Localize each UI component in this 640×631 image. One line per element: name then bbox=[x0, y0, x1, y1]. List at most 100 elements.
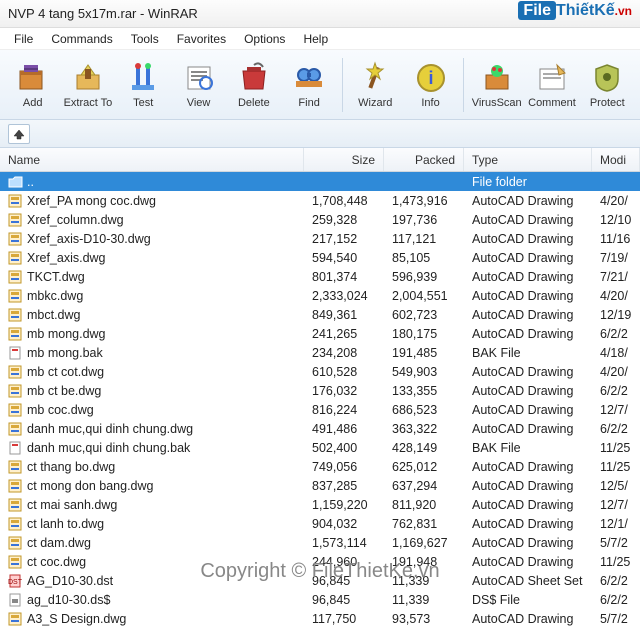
dwg-file-icon bbox=[8, 194, 23, 208]
file-row[interactable]: mb mong.dwg241,265180,175AutoCAD Drawing… bbox=[0, 324, 640, 343]
parent-folder-row[interactable]: ..File folder bbox=[0, 172, 640, 191]
extract-to-button[interactable]: Extract To bbox=[61, 54, 114, 116]
wizard-button[interactable]: Wizard bbox=[349, 54, 402, 116]
delete-icon bbox=[237, 61, 271, 95]
file-modified: 12/5/ bbox=[592, 478, 640, 494]
menubar: FileCommandsToolsFavoritesOptionsHelp bbox=[0, 28, 640, 50]
file-row[interactable]: mbkc.dwg2,333,0242,004,551AutoCAD Drawin… bbox=[0, 286, 640, 305]
file-row[interactable]: mb coc.dwg816,224686,523AutoCAD Drawing1… bbox=[0, 400, 640, 419]
file-row[interactable]: danh muc,qui dinh chung.bak502,400428,14… bbox=[0, 438, 640, 457]
test-button[interactable]: Test bbox=[117, 54, 170, 116]
view-button[interactable]: View bbox=[172, 54, 225, 116]
file-name: Xref_axis.dwg bbox=[27, 251, 106, 265]
column-packed[interactable]: Packed bbox=[384, 148, 464, 171]
info-button[interactable]: iInfo bbox=[404, 54, 457, 116]
up-arrow-icon bbox=[12, 128, 26, 140]
dwg-file-icon bbox=[8, 517, 23, 531]
file-row[interactable]: ct thang bo.dwg749,056625,012AutoCAD Dra… bbox=[0, 457, 640, 476]
file-modified: 11/16 bbox=[592, 231, 640, 247]
menu-favorites[interactable]: Favorites bbox=[169, 30, 234, 48]
file-modified: 7/19/ bbox=[592, 250, 640, 266]
file-size: 837,285 bbox=[304, 478, 384, 494]
file-row[interactable]: mb ct cot.dwg610,528549,903AutoCAD Drawi… bbox=[0, 362, 640, 381]
file-name: ct dam.dwg bbox=[27, 536, 91, 550]
file-type: File folder bbox=[464, 174, 592, 190]
file-packed: 686,523 bbox=[384, 402, 464, 418]
find-button[interactable]: Find bbox=[282, 54, 335, 116]
file-packed: 1,473,916 bbox=[384, 193, 464, 209]
file-row[interactable]: Xref_PA mong coc.dwg1,708,4481,473,916Au… bbox=[0, 191, 640, 210]
menu-help[interactable]: Help bbox=[295, 30, 336, 48]
file-type: AutoCAD Drawing bbox=[464, 383, 592, 399]
file-modified: 4/20/ bbox=[592, 193, 640, 209]
file-size: 96,845 bbox=[304, 573, 384, 589]
file-size: 502,400 bbox=[304, 440, 384, 456]
virusscan-button[interactable]: VirusScan bbox=[470, 54, 523, 116]
file-type: AutoCAD Drawing bbox=[464, 478, 592, 494]
file-type: AutoCAD Drawing bbox=[464, 250, 592, 266]
delete-button[interactable]: Delete bbox=[227, 54, 280, 116]
file-type: AutoCAD Drawing bbox=[464, 231, 592, 247]
file-row[interactable]: Xref_column.dwg259,328197,736AutoCAD Dra… bbox=[0, 210, 640, 229]
file-modified: 6/2/2 bbox=[592, 383, 640, 399]
file-type: BAK File bbox=[464, 440, 592, 456]
dwg-file-icon bbox=[8, 536, 23, 550]
file-packed: 549,903 bbox=[384, 364, 464, 380]
file-row[interactable]: Xref_axis-D10-30.dwg217,152117,121AutoCA… bbox=[0, 229, 640, 248]
toolbar-separator bbox=[463, 58, 464, 112]
file-packed: 637,294 bbox=[384, 478, 464, 494]
menu-options[interactable]: Options bbox=[236, 30, 293, 48]
column-size[interactable]: Size bbox=[304, 148, 384, 171]
toolbar-label: Wizard bbox=[358, 97, 392, 109]
file-row[interactable]: ct coc.dwg244,960191,948AutoCAD Drawing1… bbox=[0, 552, 640, 571]
file-packed: 625,012 bbox=[384, 459, 464, 475]
file-row[interactable]: mb mong.bak234,208191,485BAK File4/18/ bbox=[0, 343, 640, 362]
file-row[interactable]: ag_d10-30.ds$96,84511,339DS$ File6/2/2 bbox=[0, 590, 640, 609]
column-modified[interactable]: Modi bbox=[592, 148, 640, 171]
file-row[interactable]: TKCT.dwg801,374596,939AutoCAD Drawing7/2… bbox=[0, 267, 640, 286]
file-row[interactable]: danh muc,qui dinh chung.dwg491,486363,32… bbox=[0, 419, 640, 438]
file-size: 594,540 bbox=[304, 250, 384, 266]
toolbar-separator bbox=[342, 58, 343, 112]
file-type: AutoCAD Drawing bbox=[464, 516, 592, 532]
menu-commands[interactable]: Commands bbox=[43, 30, 120, 48]
titlebar: NVP 4 tang 5x17m.rar - WinRAR FileThiếtK… bbox=[0, 0, 640, 28]
file-packed: 117,121 bbox=[384, 231, 464, 247]
menu-tools[interactable]: Tools bbox=[123, 30, 167, 48]
dwg-file-icon bbox=[8, 460, 23, 474]
file-packed: 762,831 bbox=[384, 516, 464, 532]
file-type: AutoCAD Drawing bbox=[464, 611, 592, 627]
protect-button[interactable]: Protect bbox=[581, 54, 634, 116]
folder-icon bbox=[8, 175, 23, 189]
column-type[interactable]: Type bbox=[464, 148, 592, 171]
comment-button[interactable]: Comment bbox=[525, 54, 578, 116]
bak-file-icon bbox=[8, 346, 23, 360]
file-modified: 5/7/2 bbox=[592, 611, 640, 627]
menu-file[interactable]: File bbox=[6, 30, 41, 48]
file-row[interactable]: Xref_axis.dwg 594,54085,105AutoCAD Drawin… bbox=[0, 248, 640, 267]
file-row[interactable]: ct mai sanh.dwg1,159,220811,920AutoCAD D… bbox=[0, 495, 640, 514]
file-type: AutoCAD Drawing bbox=[464, 269, 592, 285]
file-name: ct coc.dwg bbox=[27, 555, 86, 569]
add-button[interactable]: Add bbox=[6, 54, 59, 116]
file-type: DS$ File bbox=[464, 592, 592, 608]
file-packed: 428,149 bbox=[384, 440, 464, 456]
file-row[interactable]: DSTAG_D10-30.dst96,84511,339AutoCAD Shee… bbox=[0, 571, 640, 590]
file-modified: 12/7/ bbox=[592, 402, 640, 418]
column-name[interactable]: Name bbox=[0, 148, 304, 171]
file-row[interactable]: mbct.dwg849,361602,723AutoCAD Drawing12/… bbox=[0, 305, 640, 324]
file-size: 1,159,220 bbox=[304, 497, 384, 513]
dwg-file-icon bbox=[8, 479, 23, 493]
file-packed: 85,105 bbox=[384, 250, 464, 266]
up-button[interactable] bbox=[8, 124, 30, 144]
file-size: 904,032 bbox=[304, 516, 384, 532]
file-row[interactable]: mb ct be.dwg176,032133,355AutoCAD Drawin… bbox=[0, 381, 640, 400]
file-row[interactable]: ct dam.dwg1,573,1141,169,627AutoCAD Draw… bbox=[0, 533, 640, 552]
file-size: 96,845 bbox=[304, 592, 384, 608]
file-modified: 7/21/ bbox=[592, 269, 640, 285]
toolbar-label: Find bbox=[298, 97, 319, 109]
file-row[interactable]: A3_S Design.dwg117,75093,573AutoCAD Draw… bbox=[0, 609, 640, 628]
file-row[interactable]: ct mong don bang.dwg837,285637,294AutoCA… bbox=[0, 476, 640, 495]
file-type: AutoCAD Drawing bbox=[464, 212, 592, 228]
file-row[interactable]: ct lanh to.dwg904,032762,831AutoCAD Draw… bbox=[0, 514, 640, 533]
